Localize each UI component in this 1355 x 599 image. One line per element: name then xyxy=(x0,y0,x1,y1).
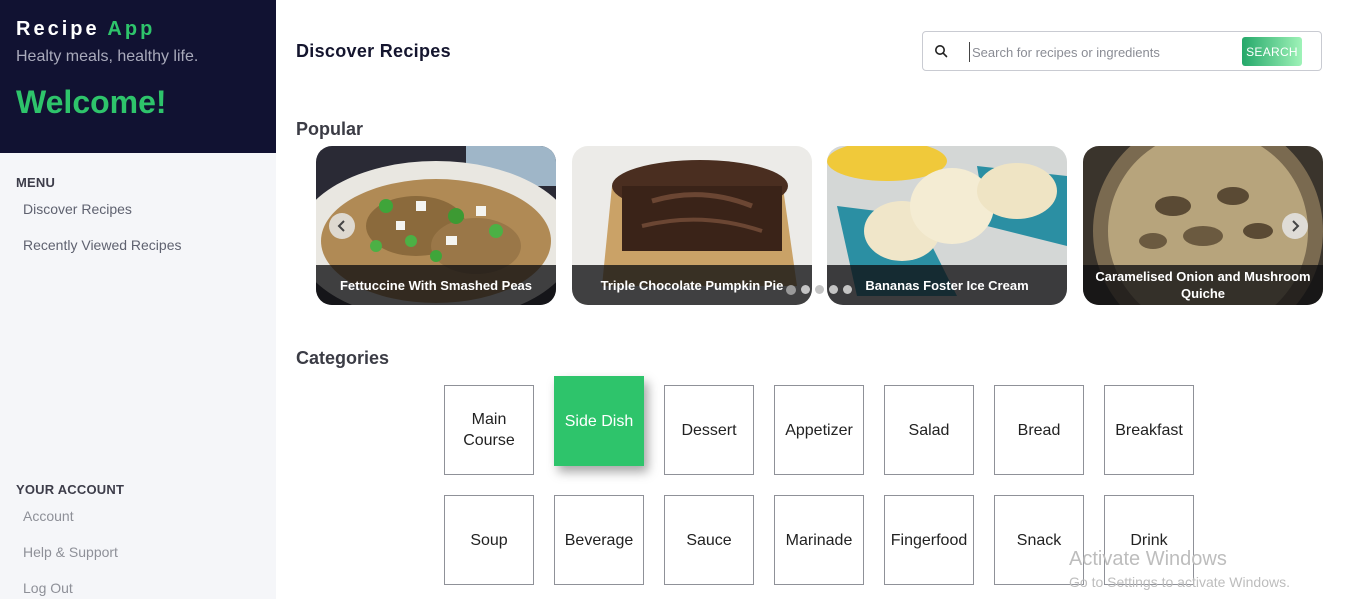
carousel-next-button[interactable] xyxy=(1282,213,1308,239)
carousel-dot[interactable] xyxy=(786,284,796,295)
search-bar: SEARCH xyxy=(922,31,1322,71)
category-fingerfood[interactable]: Fingerfood xyxy=(884,495,974,585)
welcome-heading: Welcome! xyxy=(16,84,167,120)
category-beverage[interactable]: Beverage xyxy=(554,495,644,585)
category-marinade[interactable]: Marinade xyxy=(774,495,864,585)
category-appetizer[interactable]: Appetizer xyxy=(774,385,864,475)
carousel-dot[interactable] xyxy=(815,285,824,294)
search-button[interactable]: SEARCH xyxy=(1242,37,1302,66)
category-sauce[interactable]: Sauce xyxy=(664,495,754,585)
brand-panel: Recipe App Healty meals, healthy life. W… xyxy=(0,0,276,153)
sidebar-item-recently-viewed[interactable]: Recently Viewed Recipes xyxy=(23,237,182,253)
carousel-dot[interactable] xyxy=(843,285,852,294)
sidebar-item-account[interactable]: Account xyxy=(23,508,74,524)
recipe-card-title: Triple Chocolate Pumpkin Pie xyxy=(572,265,812,305)
activation-watermark-title: Activate Windows xyxy=(1069,548,1227,570)
popular-heading: Popular xyxy=(296,119,364,139)
recipe-card-title: Fettuccine With Smashed Peas xyxy=(316,265,556,305)
recipe-card-title: Bananas Foster Ice Cream xyxy=(827,265,1067,305)
recipe-card[interactable]: Triple Chocolate Pumpkin Pie xyxy=(572,146,812,305)
account-heading: YOUR ACCOUNT xyxy=(16,482,125,497)
app-logo[interactable]: Recipe App xyxy=(16,18,155,41)
search-icon xyxy=(935,45,948,58)
chevron-left-icon xyxy=(337,220,345,232)
sidebar-item-help-support[interactable]: Help & Support xyxy=(23,544,118,560)
sidebar-item-discover-recipes[interactable]: Discover Recipes xyxy=(23,201,132,217)
search-input[interactable] xyxy=(969,42,1239,62)
category-salad[interactable]: Salad xyxy=(884,385,974,475)
carousel-indicators xyxy=(786,284,852,295)
carousel-prev-button[interactable] xyxy=(329,213,355,239)
carousel-dot[interactable] xyxy=(829,285,838,294)
app-tagline: Healty meals, healthy life. xyxy=(16,48,199,65)
category-drink[interactable]: Drink xyxy=(1104,495,1194,585)
category-soup[interactable]: Soup xyxy=(444,495,534,585)
chevron-right-icon xyxy=(1292,220,1300,232)
category-side-dish[interactable]: Side Dish xyxy=(554,376,644,466)
category-dessert[interactable]: Dessert xyxy=(664,385,754,475)
categories-heading: Categories xyxy=(296,348,390,368)
carousel-dot[interactable] xyxy=(801,285,810,294)
app-name-accent: App xyxy=(107,18,156,40)
recipe-app: Recipe App Healty meals, healthy life. W… xyxy=(0,0,1355,599)
activation-watermark-subtitle: Go to Settings to activate Windows. xyxy=(1069,574,1290,590)
category-main-course[interactable]: Main Course xyxy=(444,385,534,475)
category-bread[interactable]: Bread xyxy=(994,385,1084,475)
recipe-card[interactable]: Bananas Foster Ice Cream xyxy=(827,146,1067,305)
sidebar: Recipe App Healty meals, healthy life. W… xyxy=(0,0,276,599)
app-name: Recipe xyxy=(16,18,100,40)
recipe-card-title: Caramelised Onion and Mushroom Quiche xyxy=(1083,265,1323,305)
menu-heading: MENU xyxy=(16,175,56,190)
category-breakfast[interactable]: Breakfast xyxy=(1104,385,1194,475)
sidebar-item-log-out[interactable]: Log Out xyxy=(23,580,73,596)
category-snack[interactable]: Snack xyxy=(994,495,1084,585)
page-title: Discover Recipes xyxy=(296,41,451,61)
